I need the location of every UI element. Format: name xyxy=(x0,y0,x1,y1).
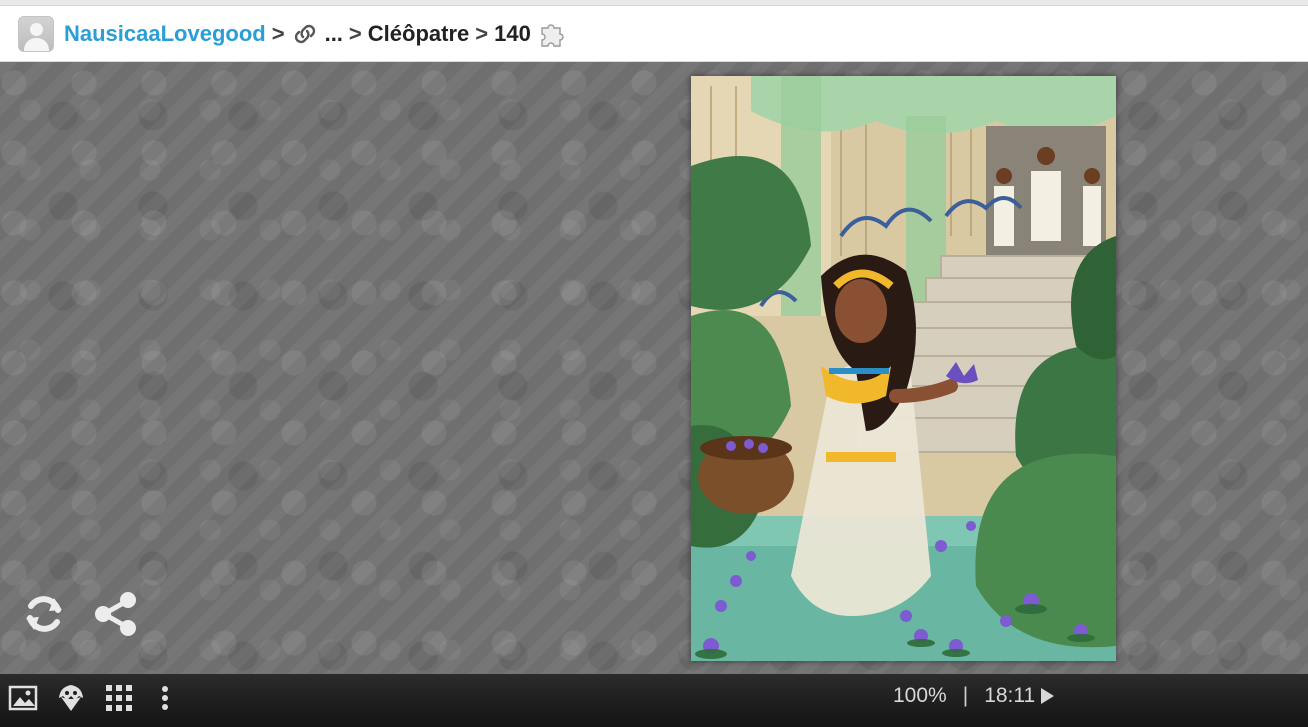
image-button[interactable] xyxy=(6,684,40,718)
more-menu-button[interactable] xyxy=(148,684,182,718)
refresh-icon xyxy=(20,596,68,642)
grid-button[interactable] xyxy=(102,684,136,718)
link-icon[interactable] xyxy=(291,23,319,45)
breadcrumb-ellipsis[interactable]: ... xyxy=(325,21,343,47)
breadcrumb-collection[interactable]: Cléôpatre xyxy=(368,21,469,47)
refresh-button[interactable] xyxy=(20,590,68,638)
bottom-toolbar: 100% | 18:11 xyxy=(0,674,1308,727)
grid-icon xyxy=(105,684,133,717)
status-divider: | xyxy=(962,684,969,707)
share-icon xyxy=(92,592,140,642)
zoom-level: 100% xyxy=(893,684,947,707)
ghost-icon xyxy=(57,683,85,718)
status-readout: 100% | 18:11 xyxy=(893,684,1055,708)
share-button[interactable] xyxy=(92,590,140,638)
more-vertical-icon xyxy=(160,685,170,716)
puzzle-preview-image[interactable] xyxy=(691,76,1116,661)
image-icon xyxy=(8,684,38,717)
puzzle-stage[interactable] xyxy=(0,62,1308,674)
piece-count: 140 xyxy=(494,20,531,46)
puzzle-piece-icon xyxy=(537,19,567,49)
breadcrumb: NausicaaLovegood > ... > Cléôpatre > 140 xyxy=(0,6,1308,62)
breadcrumb-separator: > xyxy=(348,20,362,46)
timer: 18:11 xyxy=(984,684,1036,707)
breadcrumb-separator: > xyxy=(475,20,489,46)
breadcrumb-user-link[interactable]: NausicaaLovegood xyxy=(64,21,266,47)
breadcrumb-separator: > xyxy=(271,20,285,46)
avatar[interactable] xyxy=(18,15,54,52)
ghost-button[interactable] xyxy=(54,684,88,718)
play-icon[interactable] xyxy=(1041,688,1055,704)
